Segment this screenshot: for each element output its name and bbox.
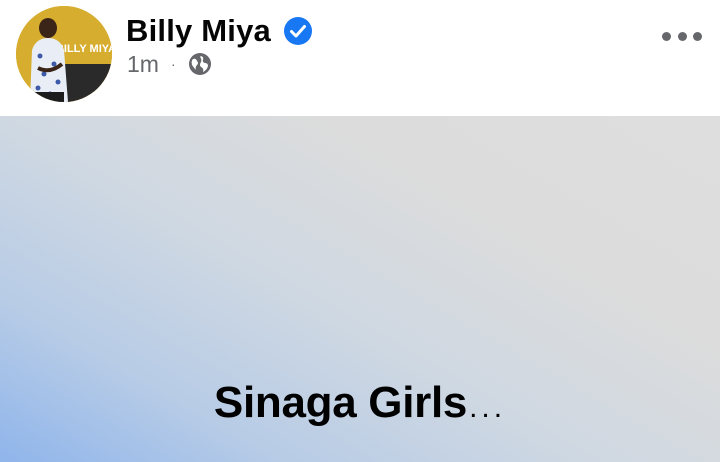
more-dot-icon bbox=[677, 31, 687, 41]
author-row: Billy Miya bbox=[126, 12, 313, 50]
post-text: Sinaga Girls... bbox=[0, 378, 720, 428]
more-dot-icon bbox=[662, 31, 671, 41]
post-text-content: Sinaga Girls bbox=[213, 378, 468, 427]
more-options-button[interactable] bbox=[662, 28, 702, 44]
more-dot-icon bbox=[693, 31, 702, 41]
meta-separator: · bbox=[170, 56, 176, 72]
avatar-logo-text: BILLY MIYA bbox=[56, 43, 112, 55]
post-meta: 1m · bbox=[127, 50, 212, 78]
facebook-post: BILLY MIYA Billy Miya 1m · Sinaga Girls.… bbox=[0, 0, 720, 462]
author-name[interactable]: Billy Miya bbox=[126, 13, 271, 49]
post-text-background[interactable]: Sinaga Girls... bbox=[0, 116, 720, 462]
globe-icon[interactable] bbox=[188, 52, 212, 76]
avatar[interactable]: BILLY MIYA bbox=[16, 6, 112, 102]
post-text-ellipsis: ... bbox=[469, 391, 507, 424]
post-header: BILLY MIYA Billy Miya 1m · bbox=[0, 0, 720, 116]
post-timestamp[interactable]: 1m bbox=[127, 51, 159, 78]
verified-badge-icon bbox=[284, 17, 312, 45]
avatar-image: BILLY MIYA bbox=[16, 6, 112, 102]
